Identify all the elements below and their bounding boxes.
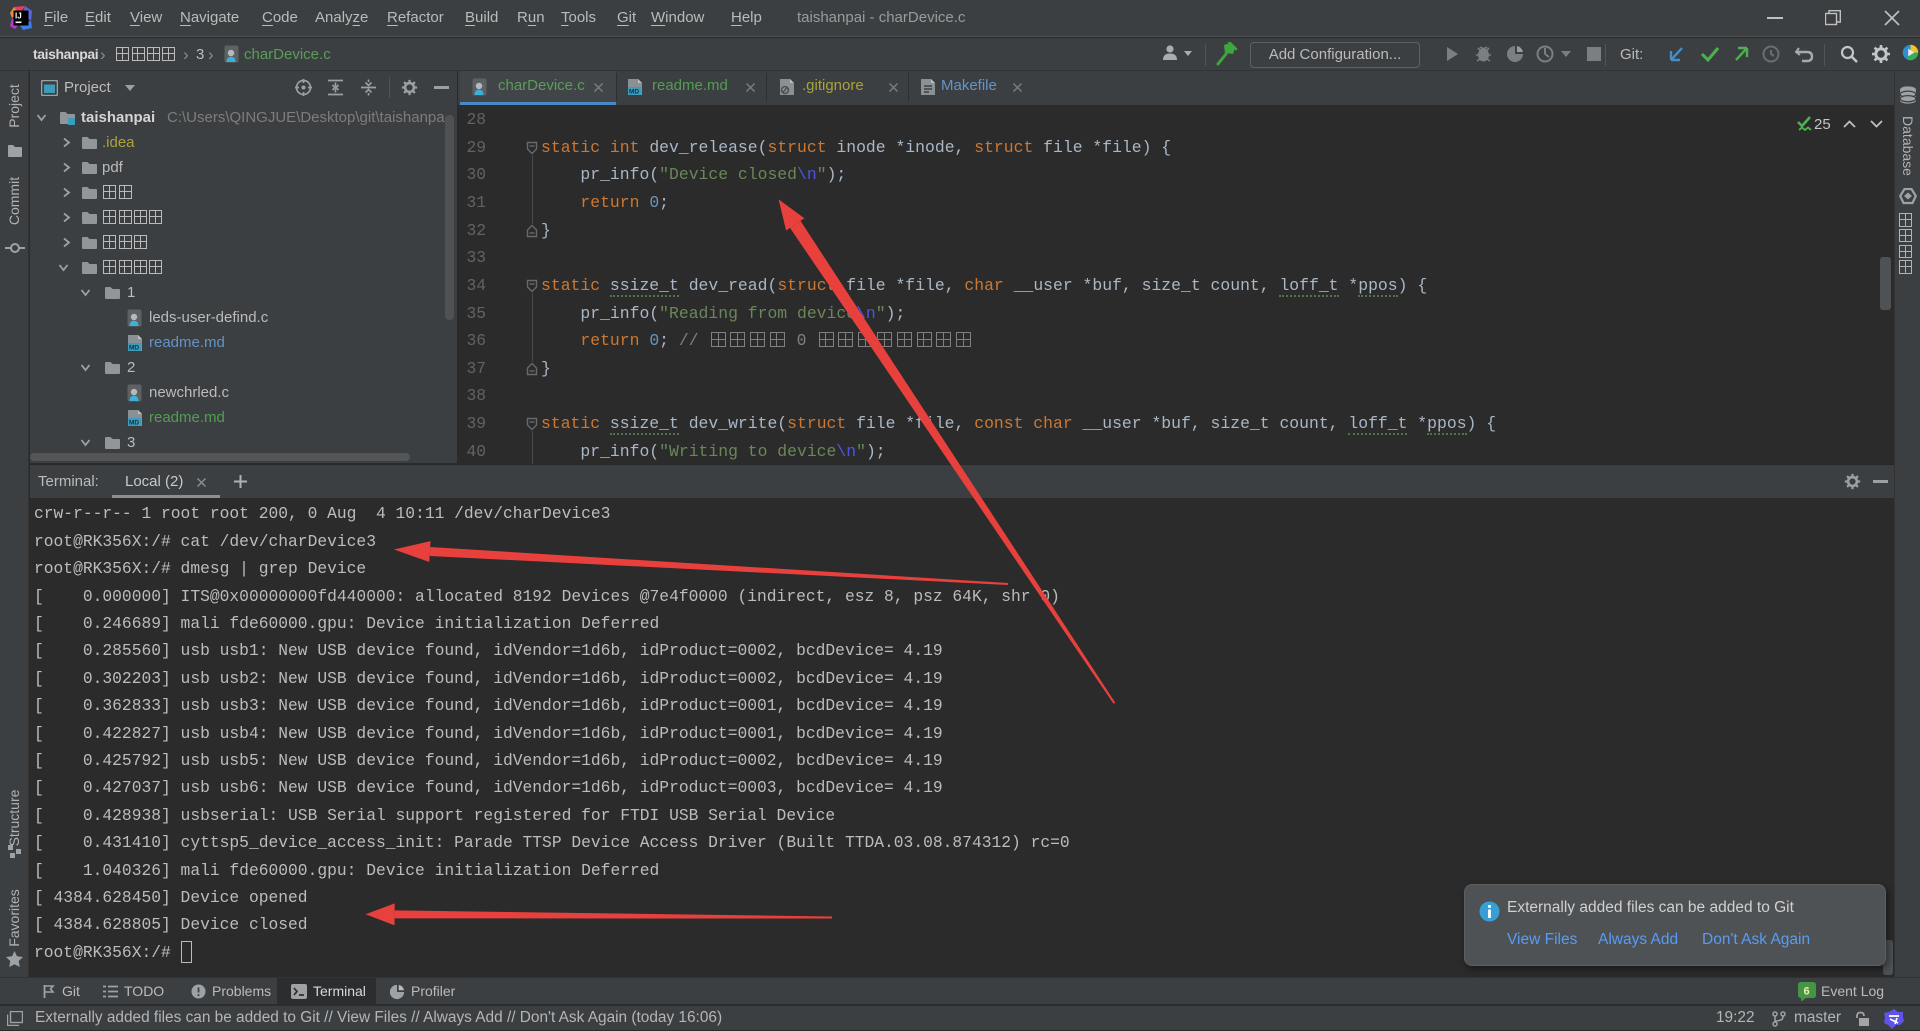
svg-text:MD: MD xyxy=(129,345,139,352)
svg-text:MD: MD xyxy=(629,89,639,96)
svg-text:IJ: IJ xyxy=(15,12,22,21)
svg-text:6: 6 xyxy=(1804,986,1810,998)
svg-text:MD: MD xyxy=(129,420,139,427)
